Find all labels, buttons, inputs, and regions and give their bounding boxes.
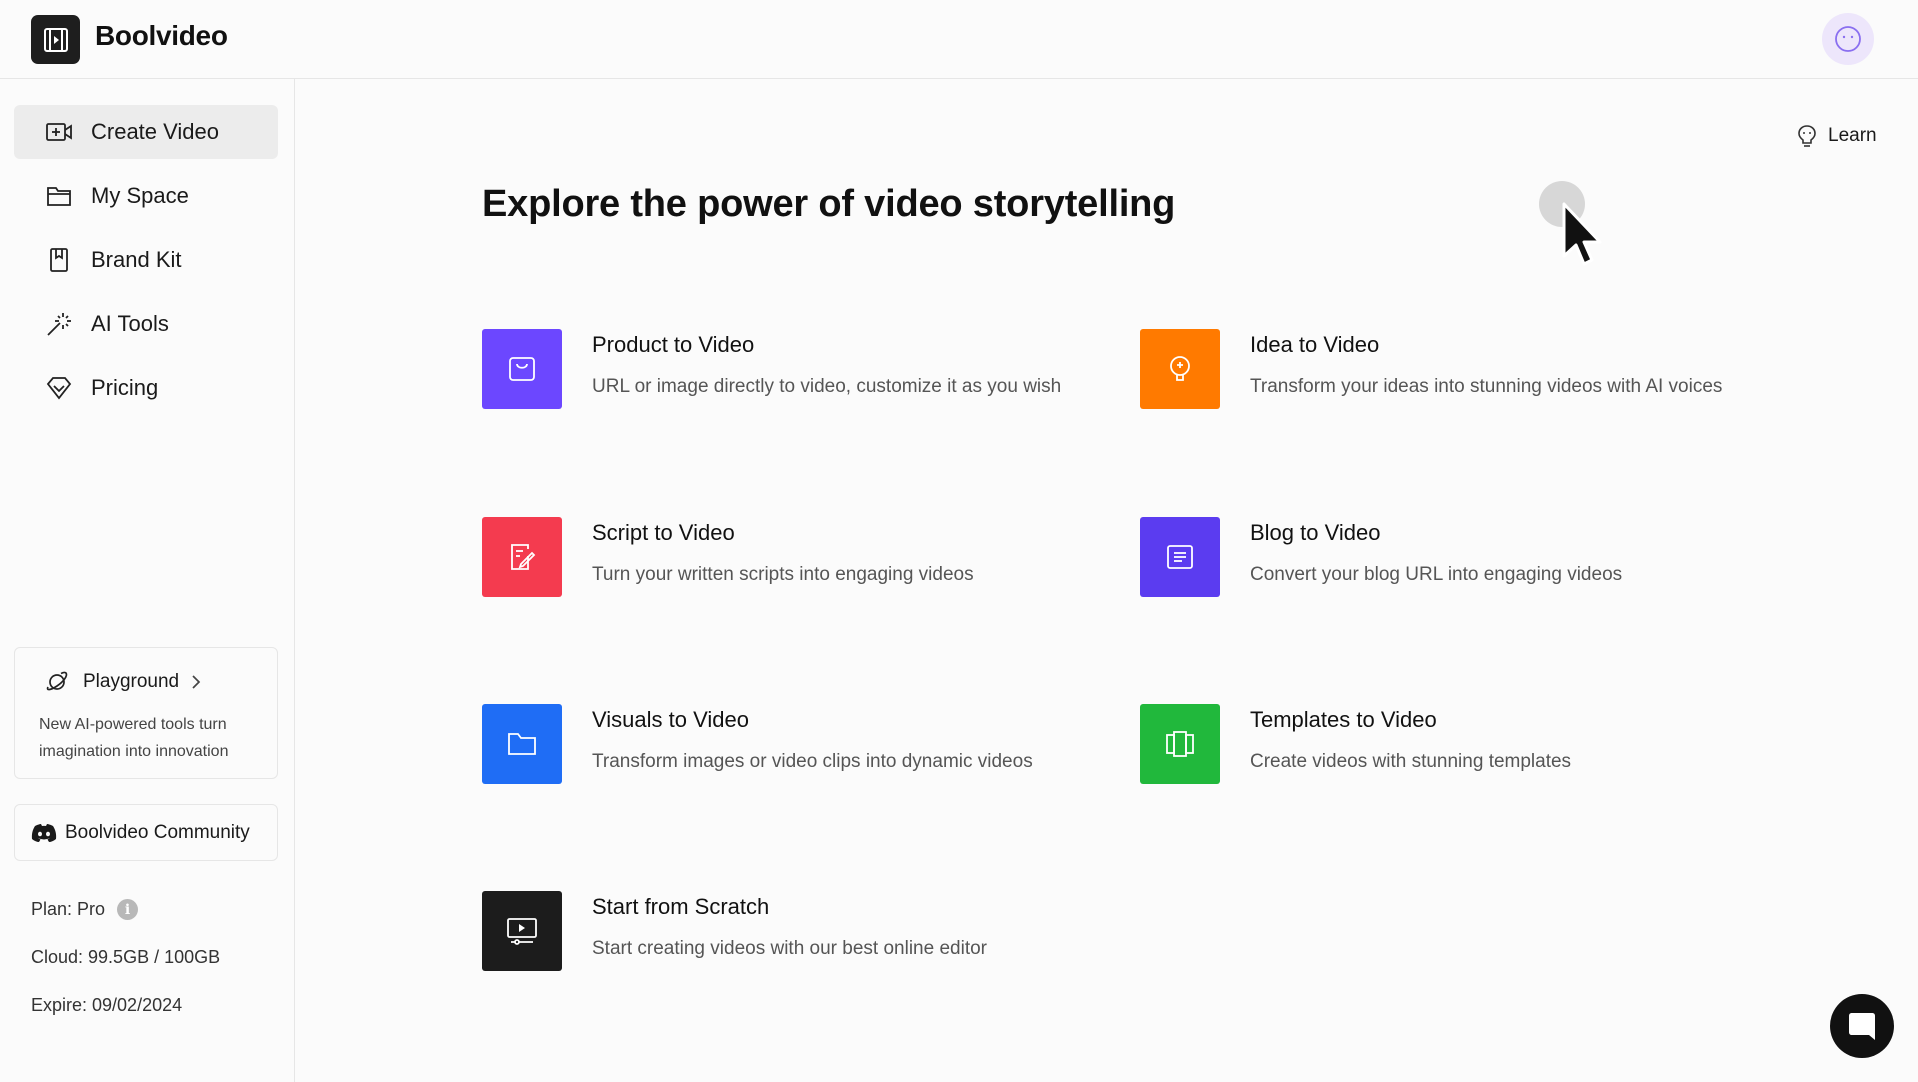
magic-wand-icon: [45, 310, 73, 338]
sidebar-item-brand-kit[interactable]: Brand Kit: [14, 233, 278, 287]
playground-card[interactable]: Playground New AI-powered tools turn ima…: [14, 647, 278, 779]
script-to-video-tile: [482, 517, 562, 597]
templates-to-video-tile: [1140, 704, 1220, 784]
cloud-usage: Cloud: 99.5GB / 100GB: [31, 947, 221, 967]
start-from-scratch-tile: [482, 891, 562, 971]
idea-to-video-tile: [1140, 329, 1220, 409]
sidebar: Create Video My Space Brand Kit AI Tools…: [0, 79, 295, 1082]
card-description: Transform your ideas into stunning video…: [1250, 376, 1723, 397]
script-to-video-card[interactable]: Script to Video Turn your written script…: [482, 517, 1082, 627]
community-label: Boolvideo Community: [65, 821, 250, 843]
card-title: Blog to Video: [1250, 520, 1381, 545]
sidebar-item-label: AI Tools: [91, 311, 169, 336]
lightbulb-icon: [1796, 124, 1818, 148]
monitor-play-icon: [505, 916, 539, 946]
playground-title: Playground: [83, 671, 180, 692]
app-header: Boolvideo: [0, 0, 1918, 79]
plan-label: Plan: Pro: [31, 899, 106, 919]
card-title: Visuals to Video: [592, 707, 749, 732]
card-description: URL or image directly to video, customiz…: [592, 376, 1062, 397]
user-avatar[interactable]: [1822, 13, 1874, 65]
playground-description: New AI-powered tools turn imagination in…: [39, 716, 229, 760]
card-description: Turn your written scripts into engaging …: [592, 564, 974, 585]
sidebar-item-pricing[interactable]: Pricing: [14, 361, 278, 415]
chat-widget-button[interactable]: [1830, 994, 1894, 1058]
card-description: Start creating videos with our best onli…: [592, 938, 987, 959]
video-plus-icon: [45, 118, 73, 146]
sidebar-item-label: Pricing: [91, 375, 159, 400]
bookmark-icon: [45, 246, 73, 274]
product-to-video-tile: [482, 329, 562, 409]
card-description: Create videos with stunning templates: [1250, 751, 1572, 772]
blog-to-video-tile: [1140, 517, 1220, 597]
script-edit-icon: [508, 542, 536, 572]
start-from-scratch-card[interactable]: Start from Scratch Start creating videos…: [482, 891, 1082, 1001]
card-title: Script to Video: [592, 520, 735, 545]
plan-expiry: Expire: 09/02/2024: [31, 995, 183, 1015]
mouse-cursor-icon: [1562, 202, 1602, 266]
sidebar-item-label: My Space: [91, 183, 189, 208]
blog-to-video-card[interactable]: Blog to Video Convert your blog URL into…: [1140, 517, 1740, 627]
info-icon[interactable]: i: [117, 899, 139, 920]
playground-title-row[interactable]: Playground: [45, 670, 201, 694]
sidebar-item-create-video[interactable]: Create Video: [14, 105, 278, 159]
sidebar-item-ai-tools[interactable]: AI Tools: [14, 297, 278, 351]
card-title: Idea to Video: [1250, 332, 1380, 357]
page-title: Explore the power of video storytelling: [482, 183, 1176, 225]
folder-icon: [506, 730, 538, 758]
learn-button[interactable]: Learn: [1796, 124, 1877, 148]
community-button[interactable]: Boolvideo Community: [14, 804, 278, 861]
brand-name: Boolvideo: [95, 20, 228, 51]
card-description: Transform images or video clips into dyn…: [592, 751, 1033, 772]
idea-to-video-card[interactable]: Idea to Video Transform your ideas into …: [1140, 329, 1740, 439]
card-description: Convert your blog URL into engaging vide…: [1250, 564, 1623, 585]
sidebar-item-label: Brand Kit: [91, 247, 182, 272]
learn-label: Learn: [1828, 125, 1877, 146]
discord-icon: [31, 823, 57, 843]
sidebar-item-label: Create Video: [91, 119, 220, 144]
visuals-to-video-tile: [482, 704, 562, 784]
templates-to-video-card[interactable]: Templates to Video Create videos with st…: [1140, 704, 1740, 814]
template-icon: [1164, 729, 1196, 759]
card-title: Product to Video: [592, 332, 755, 357]
lightbulb-icon: [1166, 354, 1194, 384]
visuals-to-video-card[interactable]: Visuals to Video Transform images or vid…: [482, 704, 1082, 814]
document-icon: [1165, 543, 1195, 571]
card-title: Start from Scratch: [592, 894, 770, 919]
card-title: Templates to Video: [1250, 707, 1437, 732]
plan-info: Plan: Pro i: [31, 899, 139, 920]
chat-icon: [1847, 1010, 1877, 1042]
chevron-right-icon: [191, 674, 201, 690]
shopping-bag-icon: [507, 355, 537, 383]
boolvideo-logo-icon[interactable]: [31, 15, 80, 64]
planet-icon: [45, 670, 69, 694]
diamond-icon: [45, 374, 73, 402]
product-to-video-card[interactable]: Product to Video URL or image directly t…: [482, 329, 1082, 439]
sidebar-item-my-space[interactable]: My Space: [14, 169, 278, 223]
folder-icon: [45, 182, 73, 210]
